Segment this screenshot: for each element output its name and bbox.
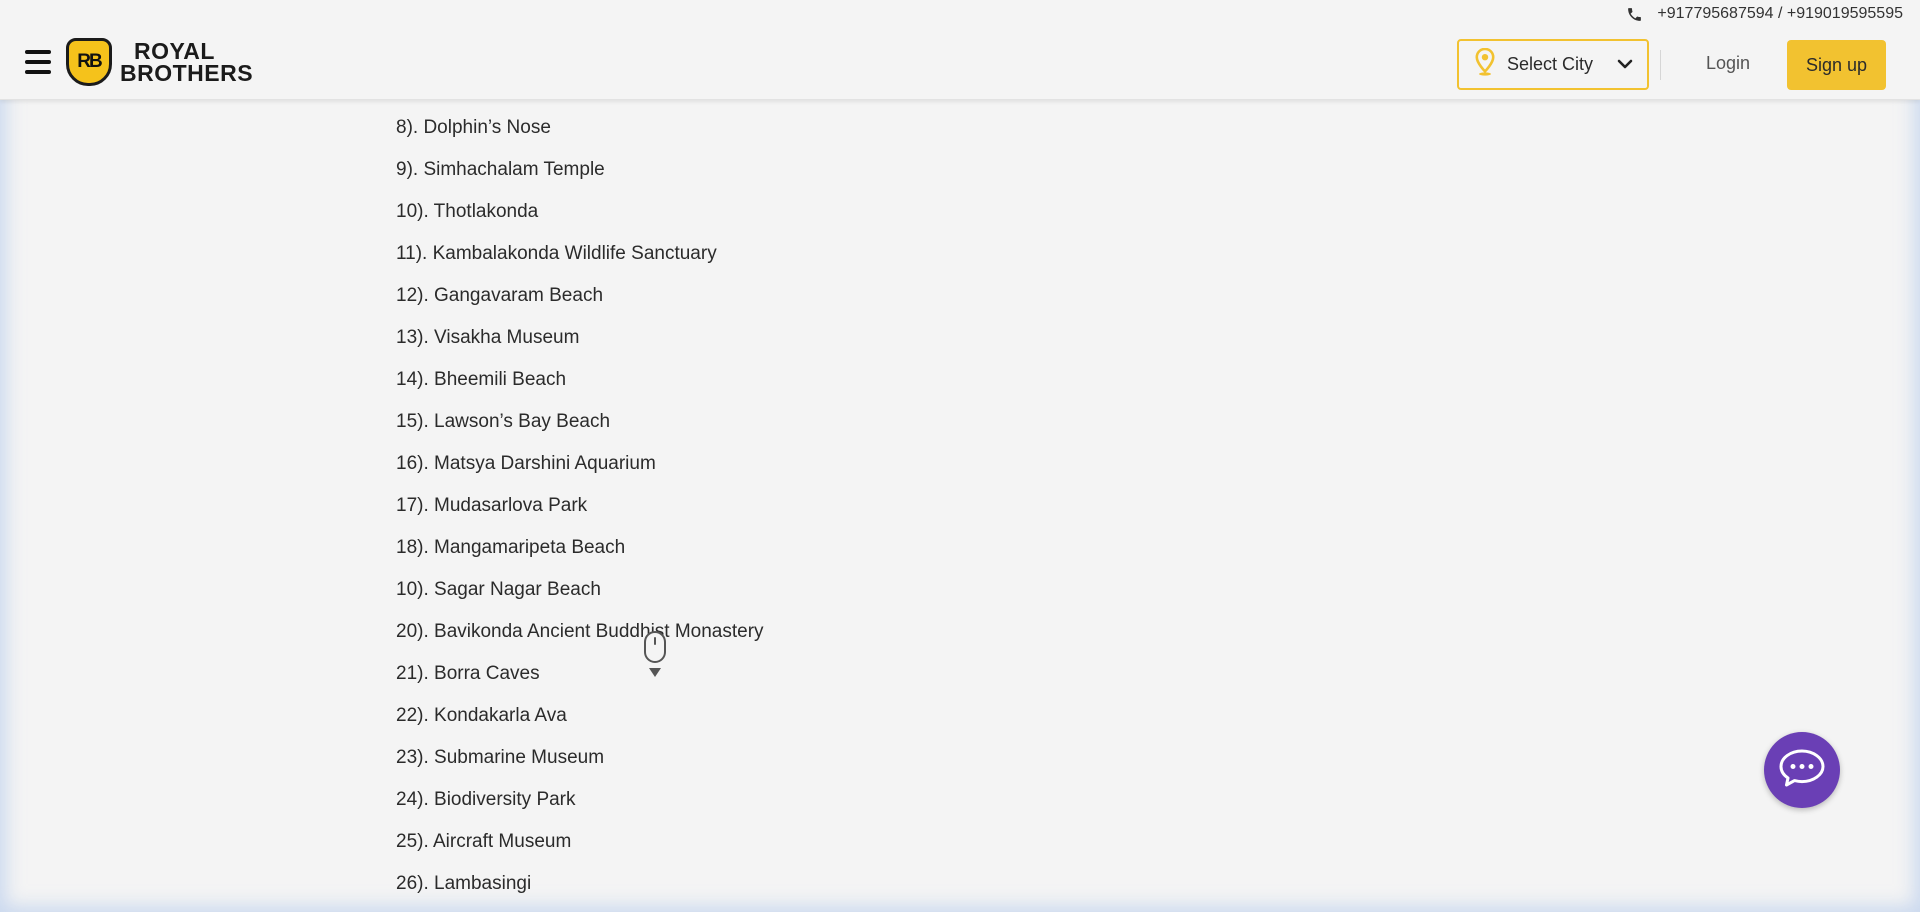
browser-viewport: +917795687594 / +919019595595 RB ROYAL B… [0,0,1920,912]
contact-phone-row: +917795687594 / +919019595595 [1626,5,1903,23]
list-item: 23). Submarine Museum [396,747,605,768]
site-header: +917795687594 / +919019595595 RB ROYAL B… [0,0,1920,100]
list-item: 21). Borra Caves [396,663,540,684]
list-item: 16). Matsya Darshini Aquarium [396,453,656,474]
login-link[interactable]: Login [1706,53,1750,74]
phone-icon [1626,6,1643,23]
brand-logo[interactable]: RB ROYAL BROTHERS [66,38,253,86]
list-item: 12). Gangavaram Beach [396,285,604,306]
list-item: 11). Kambalakonda Wildlife Sanctuary [396,243,717,264]
location-pin-icon [1475,47,1495,81]
phone-numbers[interactable]: +917795687594 / +919019595595 [1657,5,1903,23]
list-item: 15). Lawson’s Bay Beach [396,411,611,432]
logo-badge: RB [66,38,112,86]
list-item: 8). Dolphin’s Nose [396,117,551,138]
list-item: 24). Biodiversity Park [396,789,576,810]
hamburger-icon[interactable] [25,50,51,74]
list-item: 10). Sagar Nagar Beach [396,579,601,600]
list-item: 25). Aircraft Museum [396,831,572,852]
select-city-label: Select City [1507,54,1594,74]
chat-bubble-icon [1778,748,1826,793]
list-item: 17). Mudasarlova Park [396,495,588,516]
logo-line-1: ROYAL [134,38,215,64]
list-item: 14). Bheemili Beach [396,369,567,390]
mouse-scroll-icon [643,630,667,680]
list-item: 20). Bavikonda Ancient Buddhist Monaster… [396,621,764,642]
signup-button[interactable]: Sign up [1787,40,1886,90]
list-item: 13). Visakha Museum [396,327,580,348]
chat-support-button[interactable] [1764,732,1840,808]
logo-wordmark: ROYAL BROTHERS [120,38,254,86]
list-item: 9). Simhachalam Temple [396,159,605,180]
list-item: 10). Thotlakonda [396,201,539,222]
list-item: 26). Lambasingi [396,873,532,894]
select-city-dropdown[interactable]: Select City [1457,39,1649,90]
list-item: 22). Kondakarla Ava [396,705,567,726]
header-divider [1660,50,1661,80]
chevron-down-icon [1617,54,1633,75]
logo-line-2: BROTHERS [120,60,254,86]
list-item: 18). Mangamaripeta Beach [396,537,626,558]
